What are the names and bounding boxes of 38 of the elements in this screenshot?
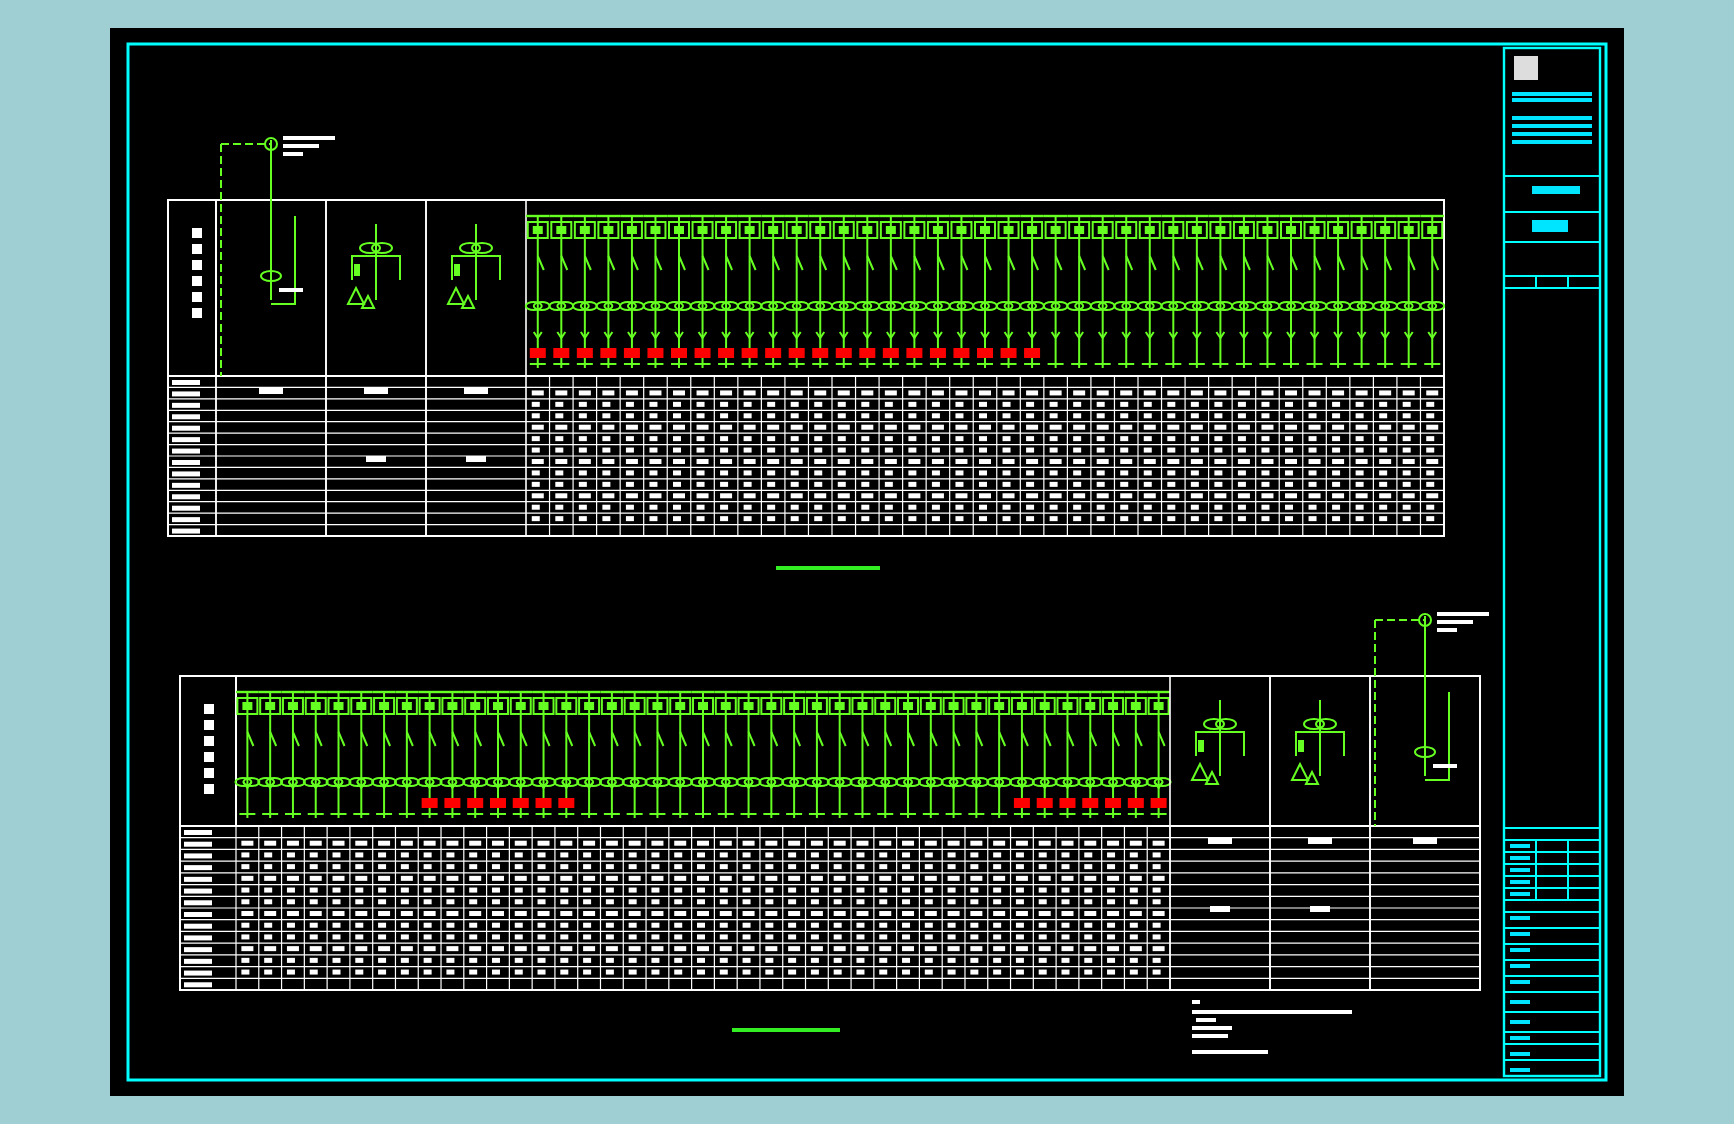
title-underline	[732, 1028, 840, 1032]
marker-icon	[1127, 798, 1144, 808]
marker-icon	[765, 348, 782, 358]
marker-icon	[977, 348, 993, 358]
marker-icon	[647, 348, 664, 358]
marker-icon	[882, 348, 899, 358]
marker-icon	[788, 348, 805, 358]
marker-icon	[741, 348, 758, 358]
marker-icon	[558, 798, 575, 808]
marker-icon	[953, 348, 970, 358]
marker-icon	[535, 798, 552, 808]
marker-icon	[718, 348, 735, 358]
marker-icon	[1024, 348, 1041, 358]
marker-icon	[859, 348, 876, 358]
marker-icon	[623, 348, 640, 358]
marker-icon	[1150, 798, 1167, 808]
marker-icon	[929, 348, 946, 358]
marker-icon	[444, 798, 461, 808]
marker-icon	[1000, 348, 1017, 358]
marker-icon	[529, 348, 546, 358]
marker-icon	[1059, 798, 1076, 808]
marker-icon	[490, 798, 506, 808]
marker-icon	[553, 348, 570, 358]
marker-icon	[1105, 798, 1122, 808]
marker-icon	[1082, 798, 1099, 808]
marker-icon	[835, 348, 852, 358]
marker-icon	[576, 348, 593, 358]
marker-icon	[694, 348, 711, 358]
marker-icon	[421, 798, 438, 808]
marker-icon	[600, 348, 617, 358]
marker-icon	[671, 348, 687, 358]
marker-icon	[1036, 798, 1053, 808]
title-underline	[776, 566, 880, 570]
marker-icon	[467, 798, 484, 808]
marker-icon	[512, 798, 529, 808]
marker-icon	[906, 348, 923, 358]
marker-icon	[1013, 798, 1030, 808]
marker-icon	[812, 348, 829, 358]
